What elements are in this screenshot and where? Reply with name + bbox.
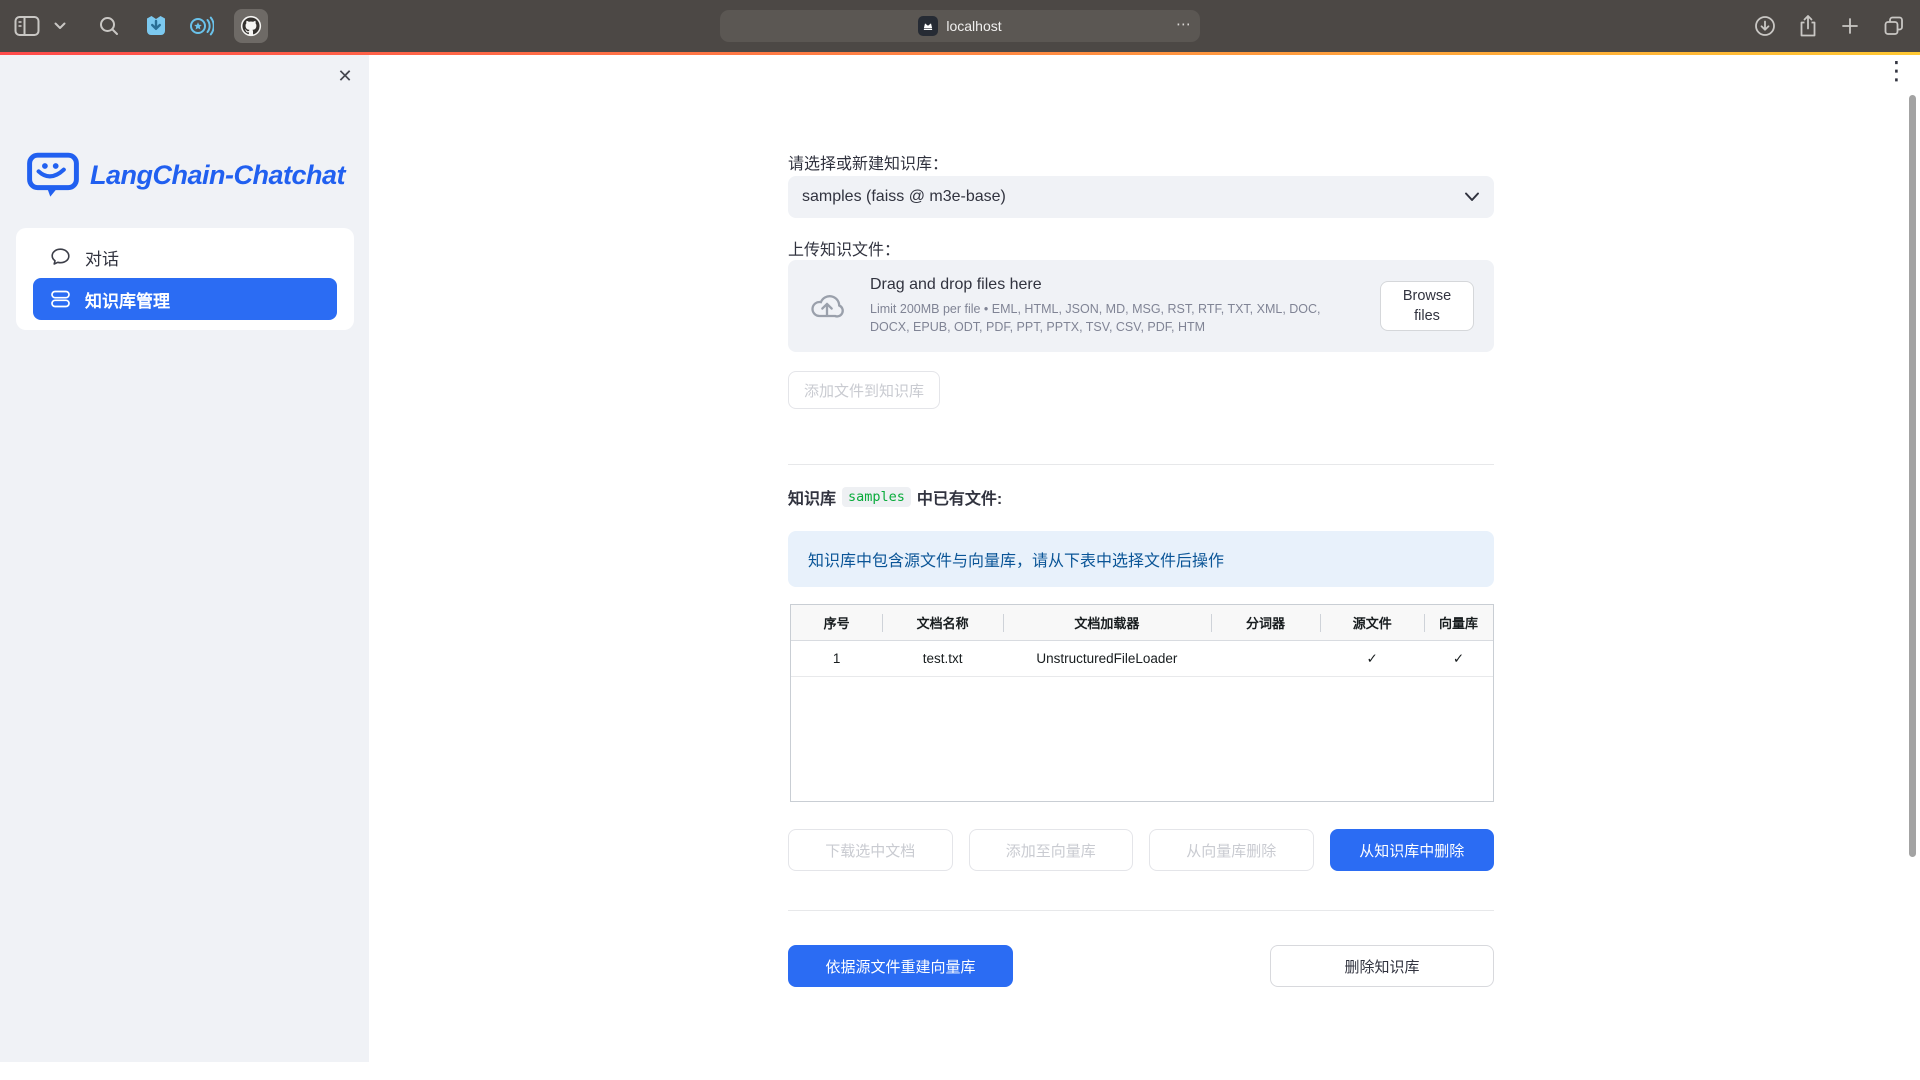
chat-bubble-icon xyxy=(50,247,71,267)
logo-bubble-icon xyxy=(26,151,80,199)
sidebar-item-chat[interactable]: 对话 xyxy=(33,236,337,278)
page-scrollbar[interactable] xyxy=(1909,95,1916,857)
address-bar[interactable]: localhost ⋯ xyxy=(720,10,1200,42)
kb-heading-code: samples xyxy=(842,487,911,507)
kb-heading-suffix: 中已有文件: xyxy=(917,485,1002,509)
sidebar-chevron-icon[interactable] xyxy=(54,22,66,30)
kb-bottom-buttons: 依据源文件重建向量库 删除知识库 xyxy=(788,945,1494,987)
tab-overview-icon[interactable] xyxy=(1882,14,1906,38)
file-dropzone[interactable]: Drag and drop files here Limit 200MB per… xyxy=(788,260,1494,352)
col-header-loader[interactable]: 文档加载器 xyxy=(1003,605,1211,640)
address-more-icon[interactable]: ⋯ xyxy=(1176,15,1192,33)
download-selected-button[interactable]: 下载选中文档 xyxy=(788,829,953,871)
sidebar-bottom-strip xyxy=(0,1062,369,1080)
col-header-index[interactable]: 序号 xyxy=(791,605,882,640)
search-icon[interactable] xyxy=(98,15,120,37)
files-table-header: 序号 文档名称 文档加载器 分词器 源文件 向量库 xyxy=(791,605,1493,641)
sidebar-menu: 对话 知识库管理 xyxy=(16,228,354,330)
table-row[interactable]: 1 test.txt UnstructuredFileLoader ✓ ✓ xyxy=(791,641,1493,677)
files-table: 序号 文档名称 文档加载器 分词器 源文件 向量库 1 test.txt Uns… xyxy=(790,604,1494,802)
delete-from-vector-store-button[interactable]: 从向量库删除 xyxy=(1149,829,1314,871)
cell-index: 1 xyxy=(791,641,882,676)
add-to-vector-store-button[interactable]: 添加至向量库 xyxy=(969,829,1134,871)
kb-selectbox-value: samples (faiss @ m3e-base) xyxy=(802,188,1464,206)
info-alert: 知识库中包含源文件与向量库，请从下表中选择文件后操作 xyxy=(788,531,1494,587)
app-logo-text: LangChain-Chatchat xyxy=(90,160,345,191)
site-favicon xyxy=(918,16,938,36)
extension-cat-download-icon[interactable] xyxy=(144,14,168,38)
main-area: ⋮ 请选择或新建知识库： samples (faiss @ m3e-base) … xyxy=(369,55,1920,1080)
rebuild-vector-store-button[interactable]: 依据源文件重建向量库 xyxy=(788,945,1013,987)
sidebar-close-button[interactable]: ✕ xyxy=(332,63,358,89)
cell-splitter xyxy=(1211,641,1321,676)
table-action-buttons: 下载选中文档 添加至向量库 从向量库删除 从知识库中删除 xyxy=(788,829,1494,871)
kb-heading-prefix: 知识库 xyxy=(788,485,836,509)
kb-collection-icon xyxy=(50,289,71,309)
cell-source-check: ✓ xyxy=(1320,641,1424,676)
col-header-splitter[interactable]: 分词器 xyxy=(1211,605,1321,640)
browser-toolbar: localhost ⋯ xyxy=(0,0,1920,52)
add-files-to-kb-button[interactable]: 添加文件到知识库 xyxy=(788,371,940,409)
dropzone-limit-text: Limit 200MB per file • EML, HTML, JSON, … xyxy=(870,300,1340,336)
dropzone-title: Drag and drop files here xyxy=(870,276,1340,294)
downloads-icon[interactable] xyxy=(1754,15,1776,37)
cloud-upload-icon xyxy=(808,288,846,324)
sidebar-item-label: 知识库管理 xyxy=(85,287,170,312)
sidebar-item-kb-management[interactable]: 知识库管理 xyxy=(33,278,337,320)
sidebar-toggle-icon[interactable] xyxy=(14,15,40,37)
col-header-vector[interactable]: 向量库 xyxy=(1424,605,1493,640)
app-logo: LangChain-Chatchat xyxy=(26,151,345,199)
cell-vector-check: ✓ xyxy=(1424,641,1493,676)
cell-loader: UnstructuredFileLoader xyxy=(1003,641,1211,676)
sidebar: ✕ LangChain-Chatchat 对话 xyxy=(0,55,369,1080)
info-alert-text: 知识库中包含源文件与向量库，请从下表中选择文件后操作 xyxy=(808,547,1224,571)
app-menu-button[interactable]: ⋮ xyxy=(1884,59,1909,84)
extension-circles-star-icon[interactable] xyxy=(188,14,214,38)
delete-kb-button[interactable]: 删除知识库 xyxy=(1270,945,1494,987)
cell-name: test.txt xyxy=(882,641,1003,676)
divider xyxy=(788,464,1494,465)
kb-selectbox[interactable]: samples (faiss @ m3e-base) xyxy=(788,176,1494,218)
sidebar-item-label: 对话 xyxy=(85,245,119,270)
extension-github-icon[interactable] xyxy=(234,9,268,43)
chevron-down-icon xyxy=(1464,192,1480,202)
new-tab-icon[interactable] xyxy=(1840,16,1860,36)
delete-from-kb-button[interactable]: 从知识库中删除 xyxy=(1330,829,1495,871)
kb-select-label: 请选择或新建知识库： xyxy=(788,150,948,174)
share-icon[interactable] xyxy=(1798,14,1818,38)
screen: localhost ⋯ ✕ xyxy=(0,0,1920,1080)
col-header-source[interactable]: 源文件 xyxy=(1320,605,1424,640)
divider xyxy=(788,910,1494,911)
browse-files-button[interactable]: Browse files xyxy=(1380,281,1474,331)
upload-label: 上传知识文件： xyxy=(788,236,900,260)
url-text: localhost xyxy=(946,18,1001,34)
kb-files-heading: 知识库 samples 中已有文件: xyxy=(788,485,1002,509)
col-header-name[interactable]: 文档名称 xyxy=(882,605,1003,640)
